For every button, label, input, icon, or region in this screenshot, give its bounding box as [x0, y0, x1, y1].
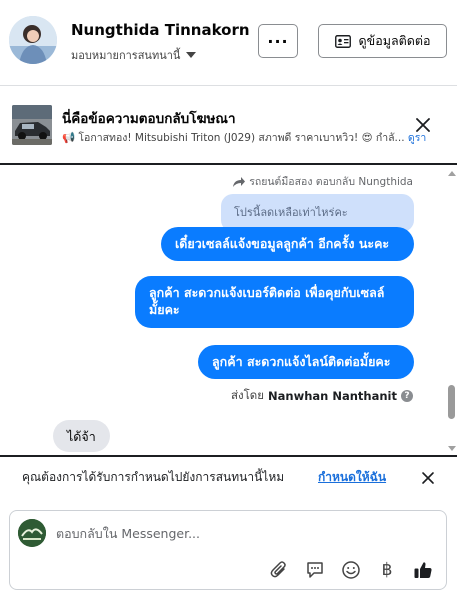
message-composer: ฿ [9, 510, 447, 590]
payment-button[interactable]: ฿ [376, 559, 398, 581]
ad-reply-subtitle: 📢 โอกาสทอง! Mitsubishi Triton (J029) สภา… [62, 129, 442, 146]
ad-thumbnail[interactable] [12, 105, 52, 145]
ad-reply-banner: นี่คือข้อความตอบกลับโฆษณา 📢 โอกาสทอง! Mi… [0, 87, 457, 165]
baht-icon: ฿ [381, 560, 393, 580]
assign-prompt-bar: คุณต้องการได้รับการกำหนดไปยังการสนทนานี้… [0, 455, 457, 497]
caret-down-icon [186, 52, 197, 58]
emoji-button[interactable] [340, 559, 362, 581]
ad-reply-title: นี่คือข้อความตอบกลับโฆษณา [62, 111, 236, 127]
more-options-button[interactable]: ··· [258, 24, 298, 58]
reply-context: รถยนต์มือสอง ตอบกลับ Nungthida [232, 173, 413, 190]
conversation-header: Nungthida Tinnakorn มอบหมายการสนทนานี้ ·… [0, 0, 457, 86]
attach-file-button[interactable] [268, 559, 290, 581]
outgoing-message[interactable]: ลูกค้า สะดวกแจ้งเบอร์ติดต่อ เพื่อคุยกับเ… [135, 276, 414, 328]
scrollbar-thumb[interactable] [448, 385, 455, 419]
outgoing-message[interactable]: เดี๋ยวเซลล์แจ้งขอมูลลูกค้า อีกครั้ง นะคะ [161, 227, 414, 261]
close-icon[interactable] [419, 469, 437, 487]
speech-bubble-icon [307, 562, 323, 578]
assign-label: มอบหมายการสนทนานี้ [71, 49, 181, 62]
more-options-label: ··· [267, 31, 289, 51]
page-logo [18, 519, 46, 547]
view-contact-label: ดูข้อมูลติดต่อ [358, 33, 431, 48]
reply-context-text: รถยนต์มือสอง ตอบกลับ Nungthida [249, 176, 413, 188]
view-contact-button[interactable]: ดูข้อมูลติดต่อ [318, 24, 447, 58]
assign-to-me-link[interactable]: กำหนดให้ฉัน [318, 468, 386, 487]
like-button[interactable] [412, 559, 434, 581]
customer-avatar[interactable] [9, 16, 57, 64]
assign-dropdown[interactable]: มอบหมายการสนทนานี้ [71, 46, 197, 64]
smiley-icon [342, 561, 360, 579]
paperclip-icon [270, 561, 286, 578]
customer-name: Nungthida Tinnakorn [71, 21, 250, 39]
messenger-reply-input[interactable] [56, 522, 426, 544]
page-avatar [18, 519, 46, 547]
ad-vehicle-image [12, 105, 52, 145]
scroll-up-arrow-icon[interactable] [448, 171, 456, 176]
saved-replies-button[interactable] [304, 559, 326, 581]
incoming-message[interactable]: ได้จ้า [53, 420, 110, 452]
scroll-down-arrow-icon[interactable] [448, 446, 456, 451]
outgoing-message[interactable]: ลูกค้า สะดวกแจ้งไลน์ติดต่อมั้ยคะ [198, 345, 414, 379]
composer-toolbar: ฿ [268, 559, 434, 581]
ad-reply-text: 📢 โอกาสทอง! Mitsubishi Triton (J029) สภา… [62, 132, 405, 144]
sent-by-prefix: ส่งโดย [230, 388, 265, 402]
contact-card-icon [334, 34, 351, 48]
assign-question: คุณต้องการได้รับการกำหนดไปยังการสนทนานี้… [22, 470, 285, 484]
thumbs-up-icon [414, 562, 432, 578]
message-thread[interactable]: รถยนต์มือสอง ตอบกลับ Nungthida โปรนี้ลดเ… [0, 167, 457, 455]
avatar-photo [9, 16, 57, 64]
sent-by-name: Nanwhan Nanthanit [268, 389, 397, 403]
help-icon[interactable]: ? [401, 390, 413, 402]
sent-by-line: ส่งโดย Nanwhan Nanthanit ? [231, 387, 413, 405]
reply-arrow-icon [233, 176, 246, 187]
scrollbar[interactable] [446, 167, 457, 455]
close-ad-banner-icon[interactable] [412, 114, 434, 136]
